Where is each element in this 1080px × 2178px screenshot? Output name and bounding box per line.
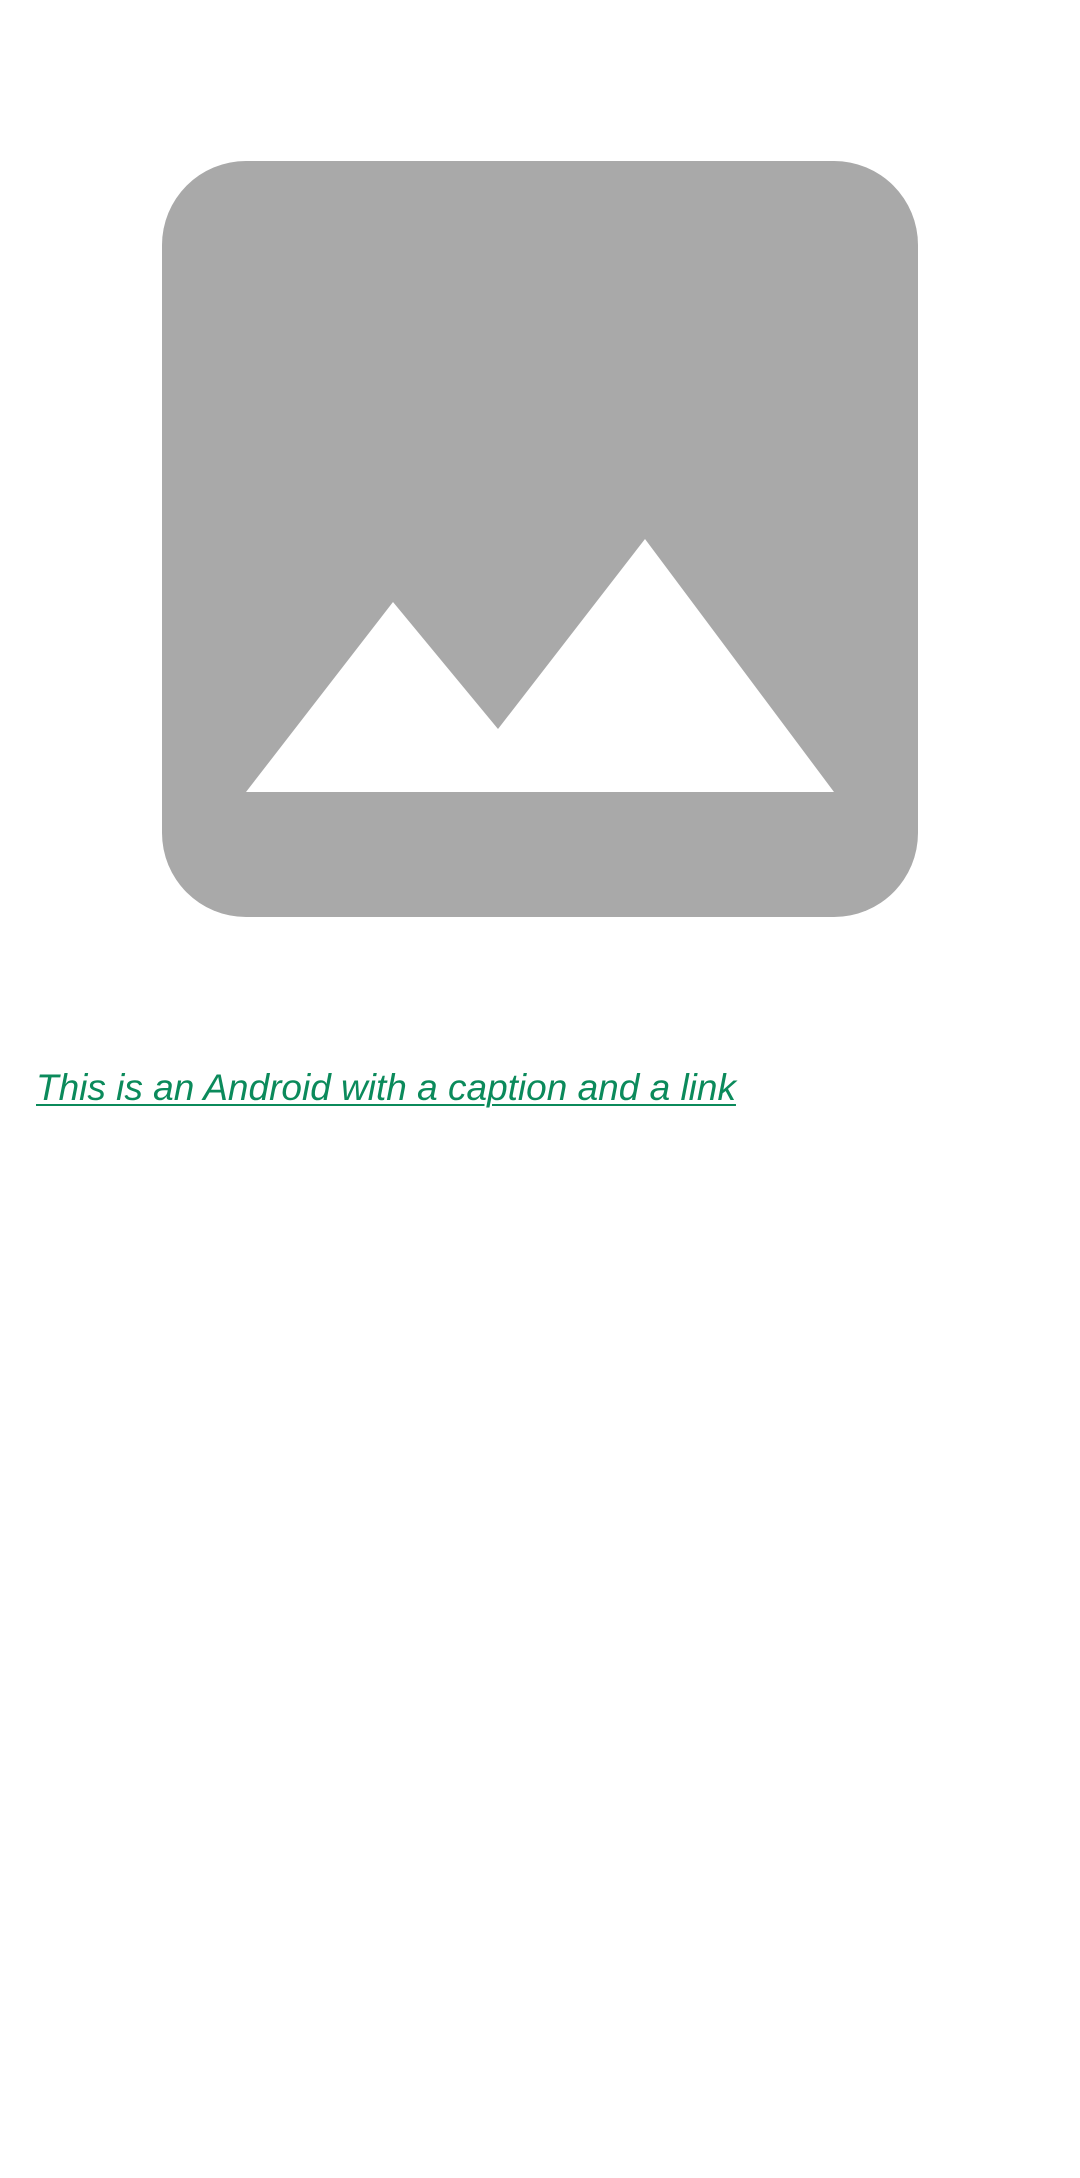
image-placeholder bbox=[162, 161, 918, 917]
image-placeholder-background bbox=[162, 161, 918, 917]
screen-content: This is an Android with a caption and a … bbox=[0, 0, 1080, 2178]
image-placeholder-icon bbox=[162, 161, 918, 917]
caption-link[interactable]: This is an Android with a caption and a … bbox=[36, 1062, 736, 1114]
